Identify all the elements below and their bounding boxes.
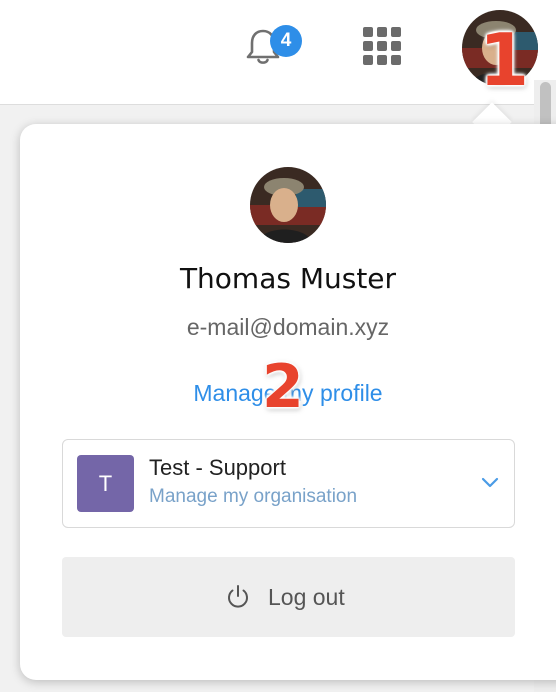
logout-label: Log out	[268, 584, 345, 610]
profile-avatar	[250, 167, 326, 243]
scrollbar-thumb[interactable]	[540, 82, 551, 130]
step-marker-2: 2	[262, 352, 304, 422]
chevron-down-icon[interactable]	[480, 474, 500, 490]
notification-badge[interactable]: 4	[270, 25, 302, 57]
organisation-name: Test - Support	[149, 455, 286, 480]
step-marker-1: 1	[479, 18, 530, 102]
organisation-avatar: T	[77, 455, 134, 512]
profile-email: e-mail@domain.xyz	[186, 314, 390, 340]
apps-grid-icon[interactable]	[362, 26, 402, 66]
page: 4 Thomas Muster e-mail@domain.xyz Manage…	[0, 0, 556, 692]
profile-name: Thomas Muster	[179, 262, 397, 295]
power-icon	[228, 585, 248, 608]
manage-organisation-link[interactable]: Manage my organisation	[149, 486, 357, 508]
